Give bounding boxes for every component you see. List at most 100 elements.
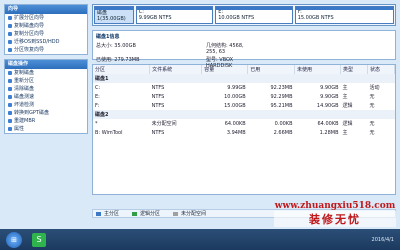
table-cell: 无 <box>369 121 375 127</box>
wizard-panel-title: 向导 <box>5 5 87 14</box>
sidebar-item-convert-gpt[interactable]: 转换到GPT磁盘 <box>5 109 87 117</box>
table-cell: 无 <box>369 103 375 109</box>
disk-geometry: 几何结构: 4568, 255, 63 <box>206 43 244 55</box>
legend-swatch-unallocated <box>173 211 179 216</box>
sidebar-item-copy-disk-wizard[interactable]: 复制磁盘向导 <box>5 22 87 30</box>
legend-unallocated: 未分配空间 <box>181 211 207 217</box>
table-cell: NTFS <box>151 84 165 91</box>
sidebar-item-copy-partition-wizard[interactable]: 复制分区向导 <box>5 30 87 38</box>
table-row[interactable]: E: NTFS 10.00GB 92.29MB 9.90GB 主 无 <box>93 92 395 101</box>
table-row[interactable]: C: NTFS 9.99GB 92.23MB 9.90GB 主 活动 <box>93 83 395 92</box>
table-group-row[interactable]: 磁盘1 <box>93 74 395 83</box>
group-label: 磁盘1 <box>93 74 395 83</box>
taskbar-app-button[interactable]: S <box>32 232 46 247</box>
copy-disk-icon <box>8 24 12 28</box>
sidebar-item-extend-partition[interactable]: 扩展分区向导 <box>5 14 87 22</box>
table-cell: 92.29MB <box>270 93 293 100</box>
disk-map-partition-f[interactable]: F: 15.00GB NTFS <box>294 6 394 24</box>
table-row[interactable]: F: NTFS 15.00GB 95.21MB 14.90GB 逻辑 无 <box>93 101 395 110</box>
disk-total-size: 总大小: 35.00GB <box>96 43 136 49</box>
sidebar-item-properties[interactable]: 属性 <box>5 125 87 133</box>
table-cell: 15.00GB <box>224 102 246 109</box>
wizard-panel: 向导 扩展分区向导 复制磁盘向导 复制分区向导 迁移OS到SSD/HDD 分区恢… <box>4 4 88 55</box>
convert-icon <box>8 111 12 115</box>
table-cell: 2.66MB <box>273 129 293 136</box>
copy-icon <box>8 71 12 75</box>
table-row[interactable]: * 未分配空间 64.00KB 0.00KB 64.00KB 逻辑无 <box>93 119 395 128</box>
sidebar-item-rebuild-mbr[interactable]: 重建MBR <box>5 117 87 125</box>
table-cell: 10.00GB <box>224 93 246 100</box>
table-cell: 活动 <box>369 85 380 91</box>
disk-map-partition-e[interactable]: E: 10.00GB NTFS <box>215 6 293 24</box>
disk-info-title: 磁盘1信息 <box>96 34 120 40</box>
sidebar: 向导 扩展分区向导 复制磁盘向导 复制分区向导 迁移OS到SSD/HDD 分区恢… <box>4 4 88 204</box>
table-cell: 逻辑 <box>342 121 353 127</box>
table-cell: 14.90GB <box>316 102 339 109</box>
table-cell: 64.00KB <box>224 120 246 127</box>
disk-map: 磁盘1(35.00GB) C: 9.99GB NTFS E: 10.00GB NTF… <box>92 4 396 26</box>
table-cell: NTFS <box>151 129 165 136</box>
sidebar-item-repartition[interactable]: 重新分区 <box>5 77 87 85</box>
main-area: 磁盘1(35.00GB) C: 9.99GB NTFS E: 10.00GB NTF… <box>92 4 396 226</box>
disk-map-disk1[interactable]: 磁盘1(35.00GB) <box>94 6 134 24</box>
disk-model: 型号: VBOX HARDDISK <box>206 57 234 69</box>
legend-primary: 主分区 <box>104 211 120 217</box>
table-cell: 无 <box>369 130 375 136</box>
table-cell: 未分配空间 <box>151 121 177 127</box>
wipe-icon <box>8 87 12 91</box>
table-cell: E: <box>95 93 100 100</box>
migrate-icon <box>8 40 12 44</box>
watermark-url: www.zhuangxiu518.com <box>274 201 396 211</box>
disk-ops-panel: 磁盘操作 复制磁盘 重新分区 清除磁盘 磁盘测速 坏道检测 转换到GPT磁盘 重… <box>4 59 88 134</box>
disk-info-panel: 磁盘1信息 总大小: 35.00GB 几何结构: 4568, 255, 63 已… <box>92 30 396 69</box>
extend-icon <box>8 16 12 20</box>
sidebar-item-bad-sector[interactable]: 坏道检测 <box>5 101 87 109</box>
sidebar-item-migrate-os[interactable]: 迁移OS到SSD/HDD <box>5 38 87 46</box>
watermark: www.zhuangxiu518.com 装修无忧 <box>274 201 396 227</box>
table-cell: 主 <box>342 94 348 100</box>
table-cell: F: <box>95 102 100 109</box>
sidebar-item-copy-disk[interactable]: 复制磁盘 <box>5 69 87 77</box>
table-row[interactable]: B: WimTool NTFS 3.94MB 2.66MB 1.28MB 主 无 <box>93 128 395 137</box>
table-cell: NTFS <box>151 93 165 100</box>
start-button[interactable]: ⊞ <box>6 231 22 248</box>
table-cell: 64.00KB <box>317 120 339 127</box>
table-cell: 9.90GB <box>320 93 339 100</box>
table-cell: 3.94MB <box>226 129 246 136</box>
table-cell: 主 <box>342 130 348 136</box>
legend-swatch-primary <box>96 211 101 216</box>
table-cell: 0.00KB <box>274 120 293 127</box>
properties-icon <box>8 127 12 131</box>
taskbar-clock[interactable]: 2016/4/1 <box>372 237 394 243</box>
table-cell: 9.90GB <box>320 84 339 91</box>
table-group-row[interactable]: 磁盘2 <box>93 110 395 119</box>
sidebar-item-disk-speed[interactable]: 磁盘测速 <box>5 93 87 101</box>
sidebar-item-partition-recovery[interactable]: 分区恢复向导 <box>5 46 87 54</box>
partition-table: 分区 文件系统 容量 已用 未使用 类型 状态 磁盘1 C: NTFS 9.99GB 9… <box>92 64 396 195</box>
repartition-icon <box>8 79 12 83</box>
disk-map-partition-c[interactable]: C: 9.99GB NTFS <box>135 6 214 24</box>
table-cell: 主 <box>342 85 348 91</box>
speed-icon <box>8 95 12 99</box>
app-window: 向导 扩展分区向导 复制磁盘向导 复制分区向导 迁移OS到SSD/HDD 分区恢… <box>0 0 400 229</box>
taskbar: ⊞ S 2016/4/1 <box>0 229 400 250</box>
table-cell: 逻辑 <box>342 103 353 109</box>
disk-ops-panel-title: 磁盘操作 <box>5 60 87 69</box>
table-cell: * <box>95 120 98 127</box>
table-cell: C: <box>95 84 101 91</box>
copy-partition-icon <box>8 32 12 36</box>
table-cell: B: WimTool <box>95 129 123 136</box>
windows-logo-icon: ⊞ <box>11 235 17 244</box>
app-icon: S <box>36 235 42 244</box>
legend-logical: 逻辑分区 <box>140 211 161 217</box>
table-cell: 9.99GB <box>227 84 246 91</box>
sidebar-item-wipe-disk[interactable]: 清除磁盘 <box>5 85 87 93</box>
table-cell: 无 <box>369 94 375 100</box>
table-cell: 1.28MB <box>319 129 339 136</box>
group-label: 磁盘2 <box>93 110 395 119</box>
table-cell: 92.23MB <box>270 84 293 91</box>
table-cell: NTFS <box>151 102 165 109</box>
watermark-text: 装修无忧 <box>274 211 396 227</box>
table-cell: 95.21MB <box>270 102 293 109</box>
disk-used: 已使用: 279.73MB <box>96 57 140 63</box>
